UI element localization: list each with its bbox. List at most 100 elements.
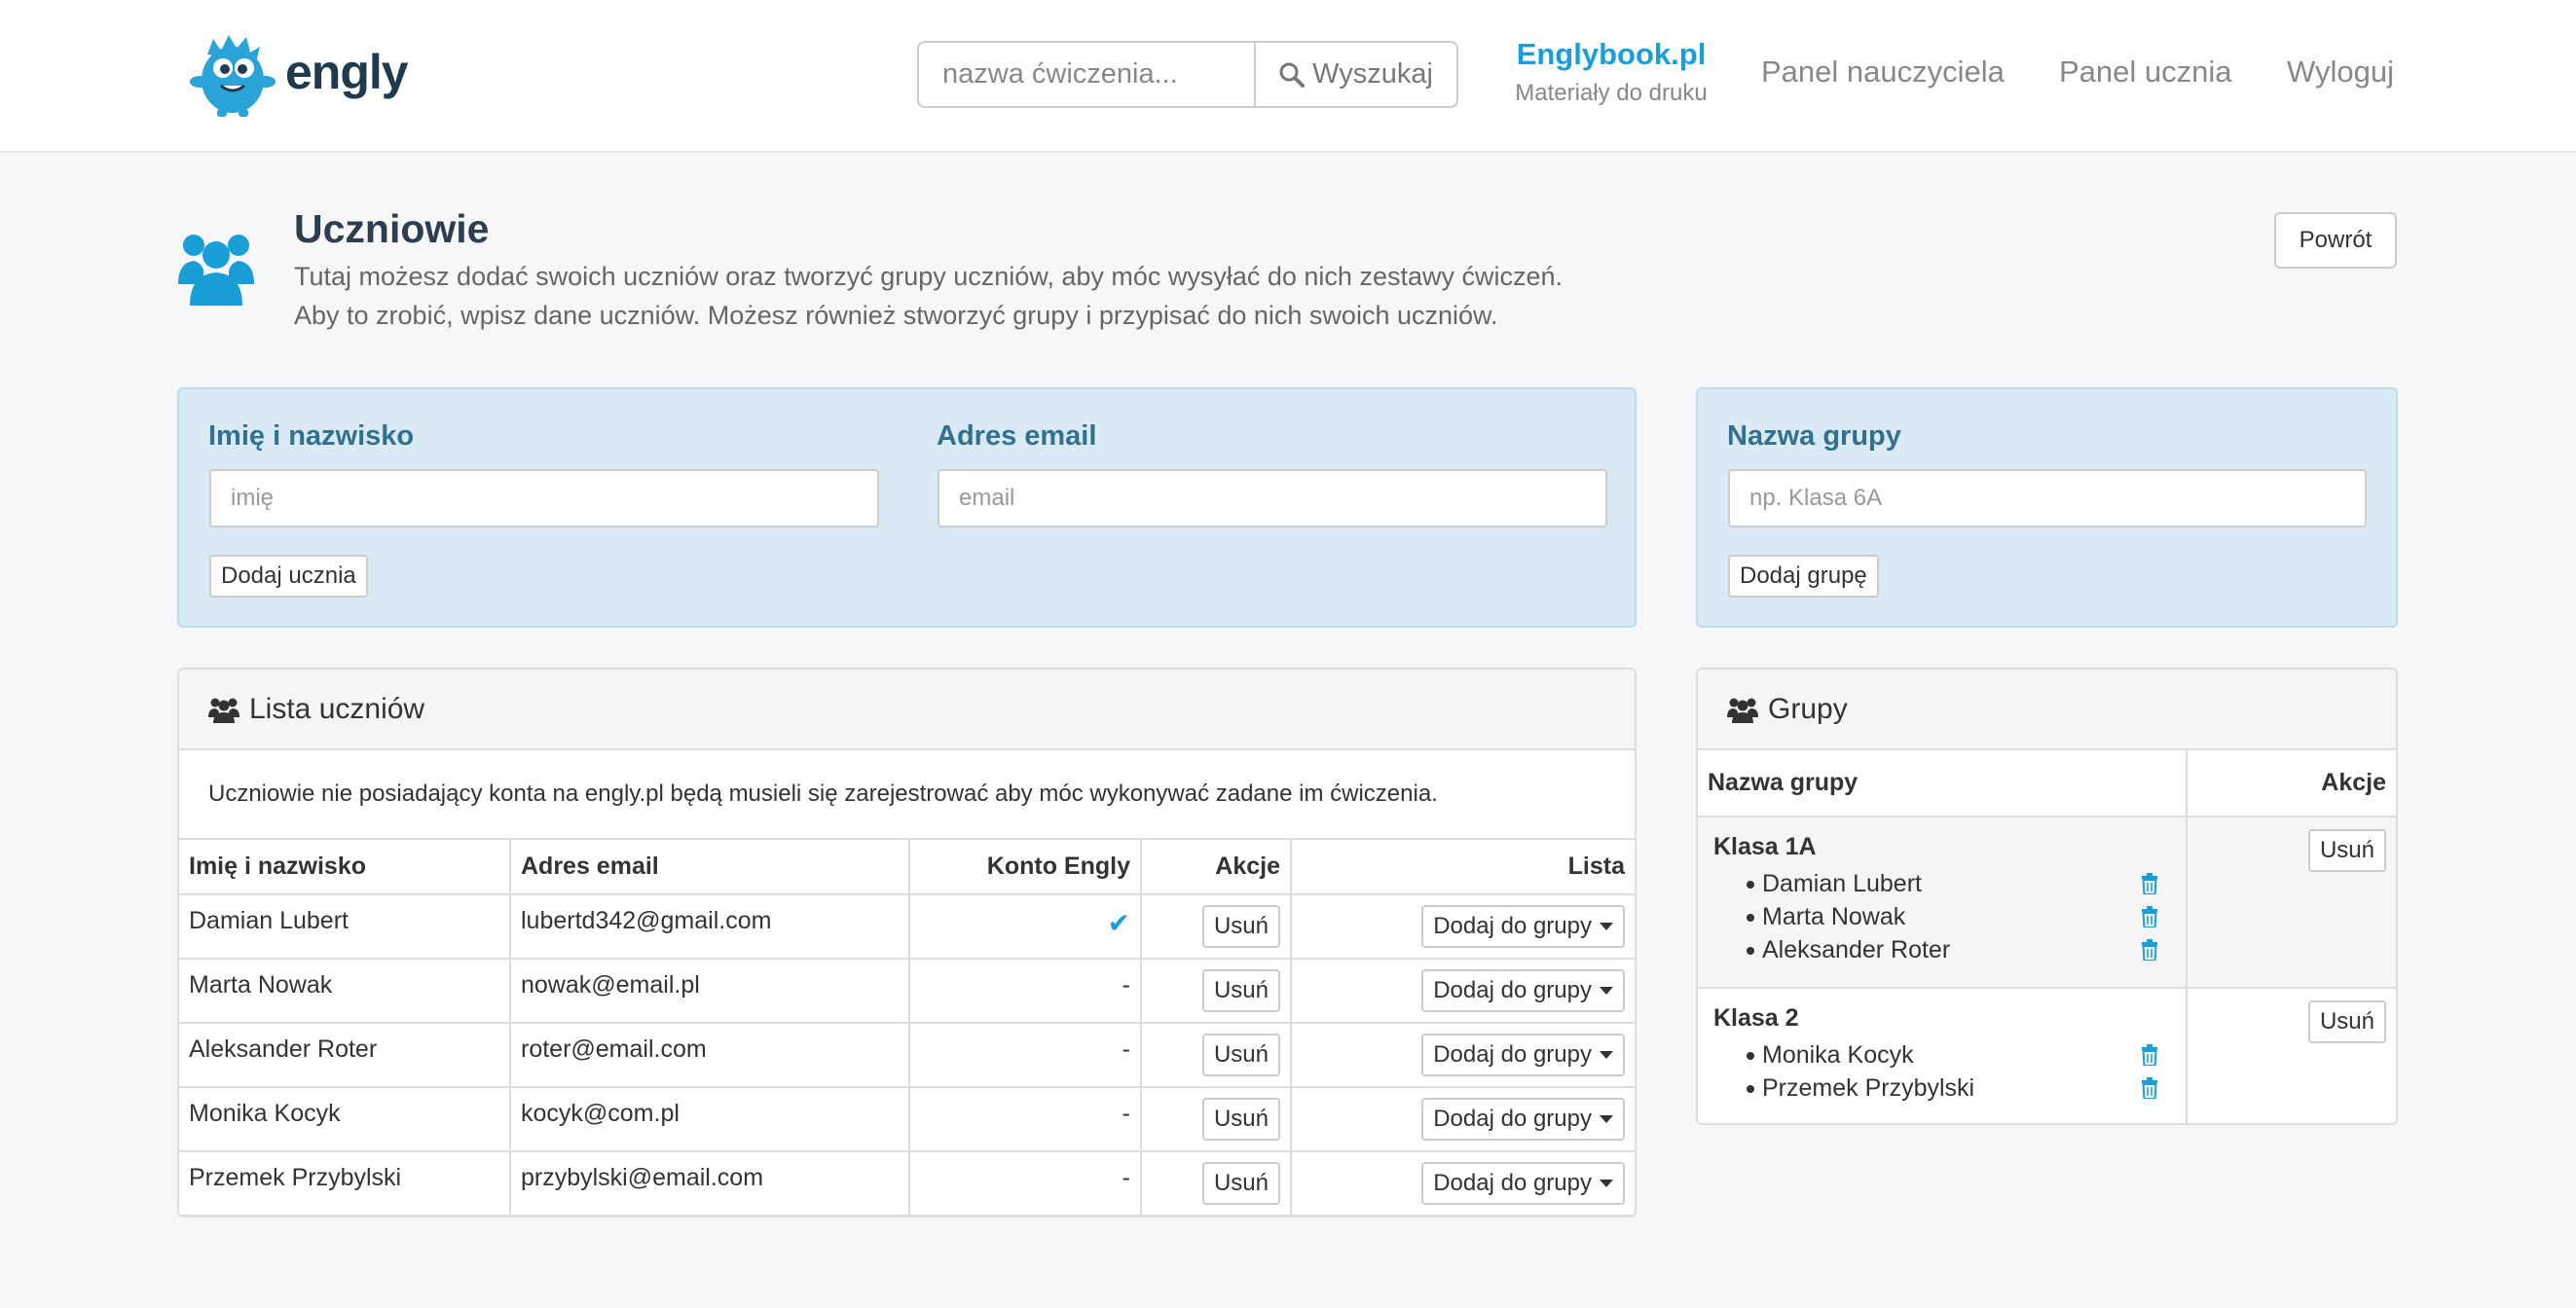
table-row: Aleksander Roter roter@email.com - Usuń … bbox=[179, 1023, 1635, 1088]
groups-table: Nazwa grupy Akcje Klasa 1A Damian Lubert… bbox=[1698, 750, 2396, 1123]
account-status: - bbox=[1122, 1164, 1130, 1191]
trash-icon[interactable] bbox=[2141, 1077, 2158, 1099]
users-icon bbox=[1727, 698, 1758, 723]
student-email: kocyk@com.pl bbox=[510, 1087, 910, 1152]
group-cell: Klasa 2 Monika Kocyk Przemek Przybylski bbox=[1698, 988, 2188, 1123]
account-status: - bbox=[1122, 971, 1130, 999]
delete-student-button[interactable]: Usuń bbox=[1201, 1162, 1280, 1205]
account-cell: - bbox=[909, 959, 1142, 1024]
groups-panel-heading: Grupy bbox=[1698, 670, 2396, 750]
search-button[interactable]: Wyszukaj bbox=[1256, 41, 1458, 108]
back-button[interactable]: Powrót bbox=[2274, 212, 2397, 269]
student-email: nowak@email.pl bbox=[510, 959, 910, 1024]
account-cell: ✔ bbox=[909, 894, 1142, 960]
add-group-form: Nazwa grupy Dodaj grupę bbox=[1696, 387, 2398, 628]
search-button-label: Wyszukaj bbox=[1312, 58, 1433, 90]
add-group-button[interactable]: Dodaj grupę bbox=[1728, 555, 1879, 598]
groups-panel: Grupy Nazwa grupy Akcje Klasa 1A Damian … bbox=[1696, 668, 2398, 1125]
actions-cell: Usuń bbox=[1141, 1087, 1292, 1152]
list-cell: Dodaj do grupy bbox=[1291, 894, 1635, 960]
delete-group-button[interactable]: Usuń bbox=[2307, 829, 2386, 872]
page-description-line: Aby to zrobić, wpisz dane uczniów. Możes… bbox=[294, 301, 1498, 330]
top-navbar: engly Wyszukaj Englybook.pl Materiały do… bbox=[0, 0, 2576, 153]
add-to-group-dropdown[interactable]: Dodaj do grupy bbox=[1421, 969, 1625, 1012]
trash-icon[interactable] bbox=[2141, 873, 2158, 894]
list-cell: Dodaj do grupy bbox=[1291, 959, 1635, 1024]
member-name: Monika Kocyk bbox=[1762, 1040, 1914, 1069]
englybook-link[interactable]: Englybook.pl Materiały do druku bbox=[1507, 37, 1715, 107]
add-to-group-label: Dodaj do grupy bbox=[1433, 977, 1592, 1003]
search-form: Wyszukaj bbox=[917, 41, 1458, 108]
group-row: Klasa 2 Monika Kocyk Przemek Przybylski bbox=[1698, 988, 2396, 1123]
member-name: Przemek Przybylski bbox=[1762, 1073, 1975, 1102]
engly-logo[interactable]: engly bbox=[188, 23, 409, 121]
nav-logout[interactable]: Wyloguj bbox=[2287, 54, 2394, 90]
column-header: Imię i nazwisko bbox=[179, 840, 511, 895]
student-name-input[interactable] bbox=[209, 469, 879, 527]
group-name-label: Nazwa grupy bbox=[1727, 420, 1901, 452]
member-name: Marta Nowak bbox=[1762, 902, 1906, 930]
caret-down-icon bbox=[1600, 923, 1613, 930]
check-icon: ✔ bbox=[1107, 908, 1130, 938]
caret-down-icon bbox=[1600, 987, 1613, 995]
column-header: Lista bbox=[1291, 840, 1635, 895]
column-header: Akcje bbox=[1141, 840, 1292, 895]
column-header: Nazwa grupy bbox=[1698, 750, 2188, 818]
email-label: Adres email bbox=[937, 420, 1097, 452]
monster-mascot-icon bbox=[190, 35, 276, 117]
page-description-line: Tutaj możesz dodać swoich uczniów oraz t… bbox=[294, 262, 1564, 291]
table-row: Damian Lubert lubertd342@gmail.com ✔ Usu… bbox=[179, 894, 1635, 960]
student-email: roter@email.com bbox=[510, 1023, 910, 1088]
trash-icon[interactable] bbox=[2141, 1044, 2158, 1066]
caret-down-icon bbox=[1600, 1180, 1613, 1187]
column-header: Adres email bbox=[510, 840, 910, 895]
actions-cell: Usuń bbox=[1141, 1151, 1292, 1216]
caret-down-icon bbox=[1600, 1115, 1613, 1123]
group-member: Monika Kocyk bbox=[1713, 1038, 2176, 1072]
add-to-group-dropdown[interactable]: Dodaj do grupy bbox=[1421, 905, 1625, 948]
englybook-subtitle: Materiały do druku bbox=[1515, 80, 1708, 106]
delete-student-button[interactable]: Usuń bbox=[1201, 969, 1280, 1012]
add-to-group-label: Dodaj do grupy bbox=[1433, 1170, 1592, 1196]
trash-icon[interactable] bbox=[2141, 906, 2158, 927]
student-email-input[interactable] bbox=[938, 469, 1607, 527]
nav-teacher-panel[interactable]: Panel nauczyciela bbox=[1761, 54, 2005, 90]
list-cell: Dodaj do grupy bbox=[1291, 1151, 1635, 1216]
students-note: Uczniowie nie posiadający konta na engly… bbox=[179, 750, 1635, 840]
actions-cell: Usuń bbox=[1141, 959, 1292, 1024]
group-member-list: Monika Kocyk Przemek Przybylski bbox=[1713, 1038, 2176, 1105]
delete-student-button[interactable]: Usuń bbox=[1201, 1034, 1280, 1076]
logo-text: engly bbox=[285, 45, 409, 99]
group-member: Damian Lubert bbox=[1713, 867, 2176, 900]
delete-student-button[interactable]: Usuń bbox=[1201, 905, 1280, 948]
group-row: Klasa 1A Damian Lubert Marta Nowak Aleks… bbox=[1698, 817, 2396, 989]
add-to-group-dropdown[interactable]: Dodaj do grupy bbox=[1421, 1034, 1625, 1076]
table-row: Monika Kocyk kocyk@com.pl - Usuń Dodaj d… bbox=[179, 1087, 1635, 1152]
account-status: - bbox=[1122, 1100, 1130, 1127]
member-name: Aleksander Roter bbox=[1762, 935, 1951, 963]
group-cell: Klasa 1A Damian Lubert Marta Nowak Aleks… bbox=[1698, 817, 2188, 989]
page-description: Tutaj możesz dodać swoich uczniów oraz t… bbox=[294, 257, 1563, 335]
add-to-group-dropdown[interactable]: Dodaj do grupy bbox=[1421, 1098, 1625, 1141]
student-name: Damian Lubert bbox=[179, 894, 511, 960]
account-status: - bbox=[1122, 1036, 1130, 1063]
search-input[interactable] bbox=[917, 41, 1256, 108]
nav-student-panel[interactable]: Panel ucznia bbox=[2059, 54, 2232, 90]
students-panel-title: Lista uczniów bbox=[249, 692, 425, 725]
users-icon bbox=[178, 235, 254, 306]
group-name-input[interactable] bbox=[1728, 469, 2367, 527]
trash-icon[interactable] bbox=[2141, 939, 2158, 961]
group-member-list: Damian Lubert Marta Nowak Aleksander Rot… bbox=[1713, 867, 2176, 966]
delete-student-button[interactable]: Usuń bbox=[1201, 1098, 1280, 1141]
add-to-group-label: Dodaj do grupy bbox=[1433, 1041, 1592, 1068]
add-to-group-dropdown[interactable]: Dodaj do grupy bbox=[1421, 1162, 1625, 1205]
account-cell: - bbox=[909, 1023, 1142, 1088]
students-table: Imię i nazwisko Adres email Konto Engly … bbox=[179, 840, 1635, 1216]
add-to-group-label: Dodaj do grupy bbox=[1433, 1106, 1592, 1132]
table-row: Przemek Przybylski przybylski@email.com … bbox=[179, 1151, 1635, 1216]
list-cell: Dodaj do grupy bbox=[1291, 1087, 1635, 1152]
add-student-button[interactable]: Dodaj ucznia bbox=[209, 555, 368, 598]
student-email: przybylski@email.com bbox=[510, 1151, 910, 1216]
table-header-row: Imię i nazwisko Adres email Konto Engly … bbox=[179, 840, 1635, 895]
delete-group-button[interactable]: Usuń bbox=[2307, 1000, 2386, 1043]
